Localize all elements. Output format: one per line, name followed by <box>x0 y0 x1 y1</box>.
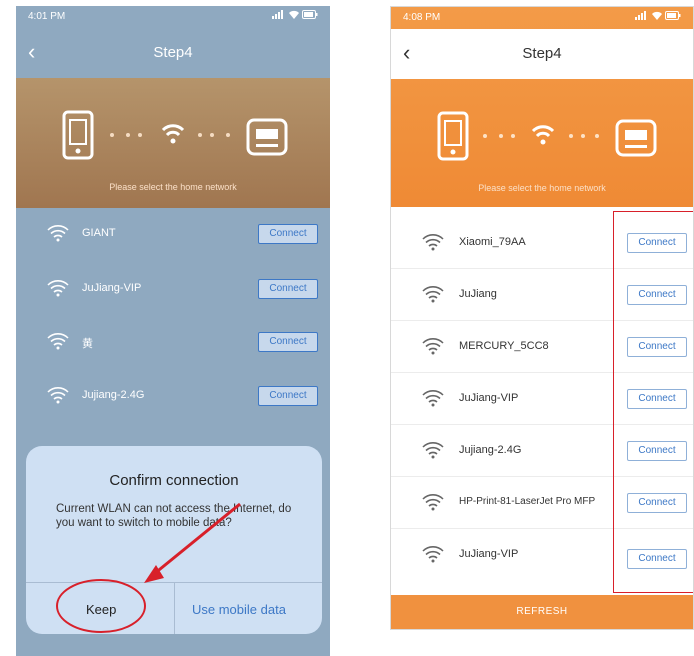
network-name: Jujiang-2.4G <box>459 444 522 456</box>
list-item[interactable]: JuJiang-VIP Connect <box>391 373 693 425</box>
status-bar: 4:01 PM <box>16 6 330 28</box>
wifi-status-icon <box>652 11 662 20</box>
network-name: JuJiang-VIP <box>459 548 519 560</box>
left-phone-screen: 4:01 PM ‹ Step4 Please select the home n… <box>16 6 330 656</box>
list-item[interactable]: MERCURY_5CC8 Connect <box>391 321 693 373</box>
network-name: JuJiang <box>459 288 497 300</box>
list-item[interactable]: GIANT Connect <box>16 208 330 260</box>
phone-icon <box>437 111 469 161</box>
wifi-icon <box>47 225 69 242</box>
status-time: 4:01 PM <box>28 11 66 22</box>
confirm-dialog: Confirm connection Current WLAN can not … <box>26 446 322 634</box>
list-item[interactable]: JuJiang Connect <box>391 269 693 321</box>
connect-button[interactable]: Connect <box>627 549 687 569</box>
wifi-icon <box>422 442 444 459</box>
wifi-status-icon <box>289 10 299 19</box>
connect-button[interactable]: Connect <box>258 224 318 244</box>
wifi-icon <box>161 124 185 144</box>
connect-button[interactable]: Connect <box>627 285 687 305</box>
router-icon <box>615 119 657 157</box>
status-time: 4:08 PM <box>403 12 441 23</box>
signal-icon <box>272 10 283 19</box>
network-name: GIANT <box>82 227 116 239</box>
phone-icon <box>62 110 94 160</box>
dialog-title: Confirm connection <box>109 472 239 489</box>
list-item[interactable]: HP-Print-81-LaserJet Pro MFP Connect <box>391 477 693 529</box>
connect-button[interactable]: Connect <box>627 233 687 253</box>
network-name: Jujiang-2.4G <box>82 389 145 401</box>
connect-button[interactable]: Connect <box>627 441 687 461</box>
network-name: JuJiang-VIP <box>459 392 519 404</box>
wifi-icon <box>422 546 444 563</box>
network-name: HP-Print-81-LaserJet Pro MFP <box>459 496 596 507</box>
wifi-icon <box>422 390 444 407</box>
use-mobile-data-button[interactable]: Use mobile data <box>192 602 286 617</box>
wifi-icon <box>422 338 444 355</box>
status-bar: 4:08 PM <box>391 7 693 29</box>
status-icons <box>272 10 318 19</box>
connect-button[interactable]: Connect <box>627 493 687 513</box>
signal-icon <box>635 11 646 20</box>
title-bar: ‹ Step4 <box>16 28 330 78</box>
wifi-icon <box>47 387 69 404</box>
list-item[interactable]: JuJiang-VIP Connect <box>16 263 330 315</box>
status-icons <box>635 11 681 20</box>
connect-button[interactable]: Connect <box>258 386 318 406</box>
wifi-icon <box>531 125 555 145</box>
banner-caption: Please select the home network <box>478 183 606 193</box>
list-item[interactable]: JuJiang-VIP Connect <box>391 529 693 575</box>
list-item[interactable]: 黄 Connect <box>16 316 330 368</box>
network-name: 黄 <box>82 338 93 350</box>
battery-icon <box>665 11 681 20</box>
wifi-icon <box>422 286 444 303</box>
connect-button[interactable]: Connect <box>627 389 687 409</box>
page-title: Step4 <box>522 45 562 62</box>
refresh-button[interactable]: REFRESH <box>391 595 693 629</box>
title-bar: ‹ Step4 <box>391 29 693 79</box>
list-item[interactable]: Jujiang-2.4G Connect <box>16 370 330 422</box>
setup-banner: Please select the home network <box>16 78 330 208</box>
page-title: Step4 <box>153 44 193 61</box>
network-name: JuJiang-VIP <box>82 282 142 294</box>
keep-button[interactable]: Keep <box>86 602 116 617</box>
wifi-icon <box>47 333 69 350</box>
banner-caption: Please select the home network <box>109 182 237 192</box>
wifi-icon <box>47 280 69 297</box>
dialog-button-divider <box>174 582 175 634</box>
right-phone-screen: 4:08 PM ‹ Step4 Please select the home n… <box>390 6 694 630</box>
connect-button[interactable]: Connect <box>627 337 687 357</box>
battery-icon <box>302 10 318 19</box>
wifi-icon <box>422 234 444 251</box>
connect-button[interactable]: Connect <box>258 332 318 352</box>
network-name: MERCURY_5CC8 <box>459 340 549 352</box>
router-icon <box>246 118 288 156</box>
setup-banner: Please select the home network <box>391 79 693 209</box>
list-item[interactable]: Jujiang-2.4G Connect <box>391 425 693 477</box>
list-item[interactable]: Xiaomi_79AA Connect <box>391 217 693 269</box>
dialog-message: Current WLAN can not access the Internet… <box>56 503 292 529</box>
wifi-icon <box>422 494 444 511</box>
network-name: Xiaomi_79AA <box>459 236 526 248</box>
connect-button[interactable]: Connect <box>258 279 318 299</box>
